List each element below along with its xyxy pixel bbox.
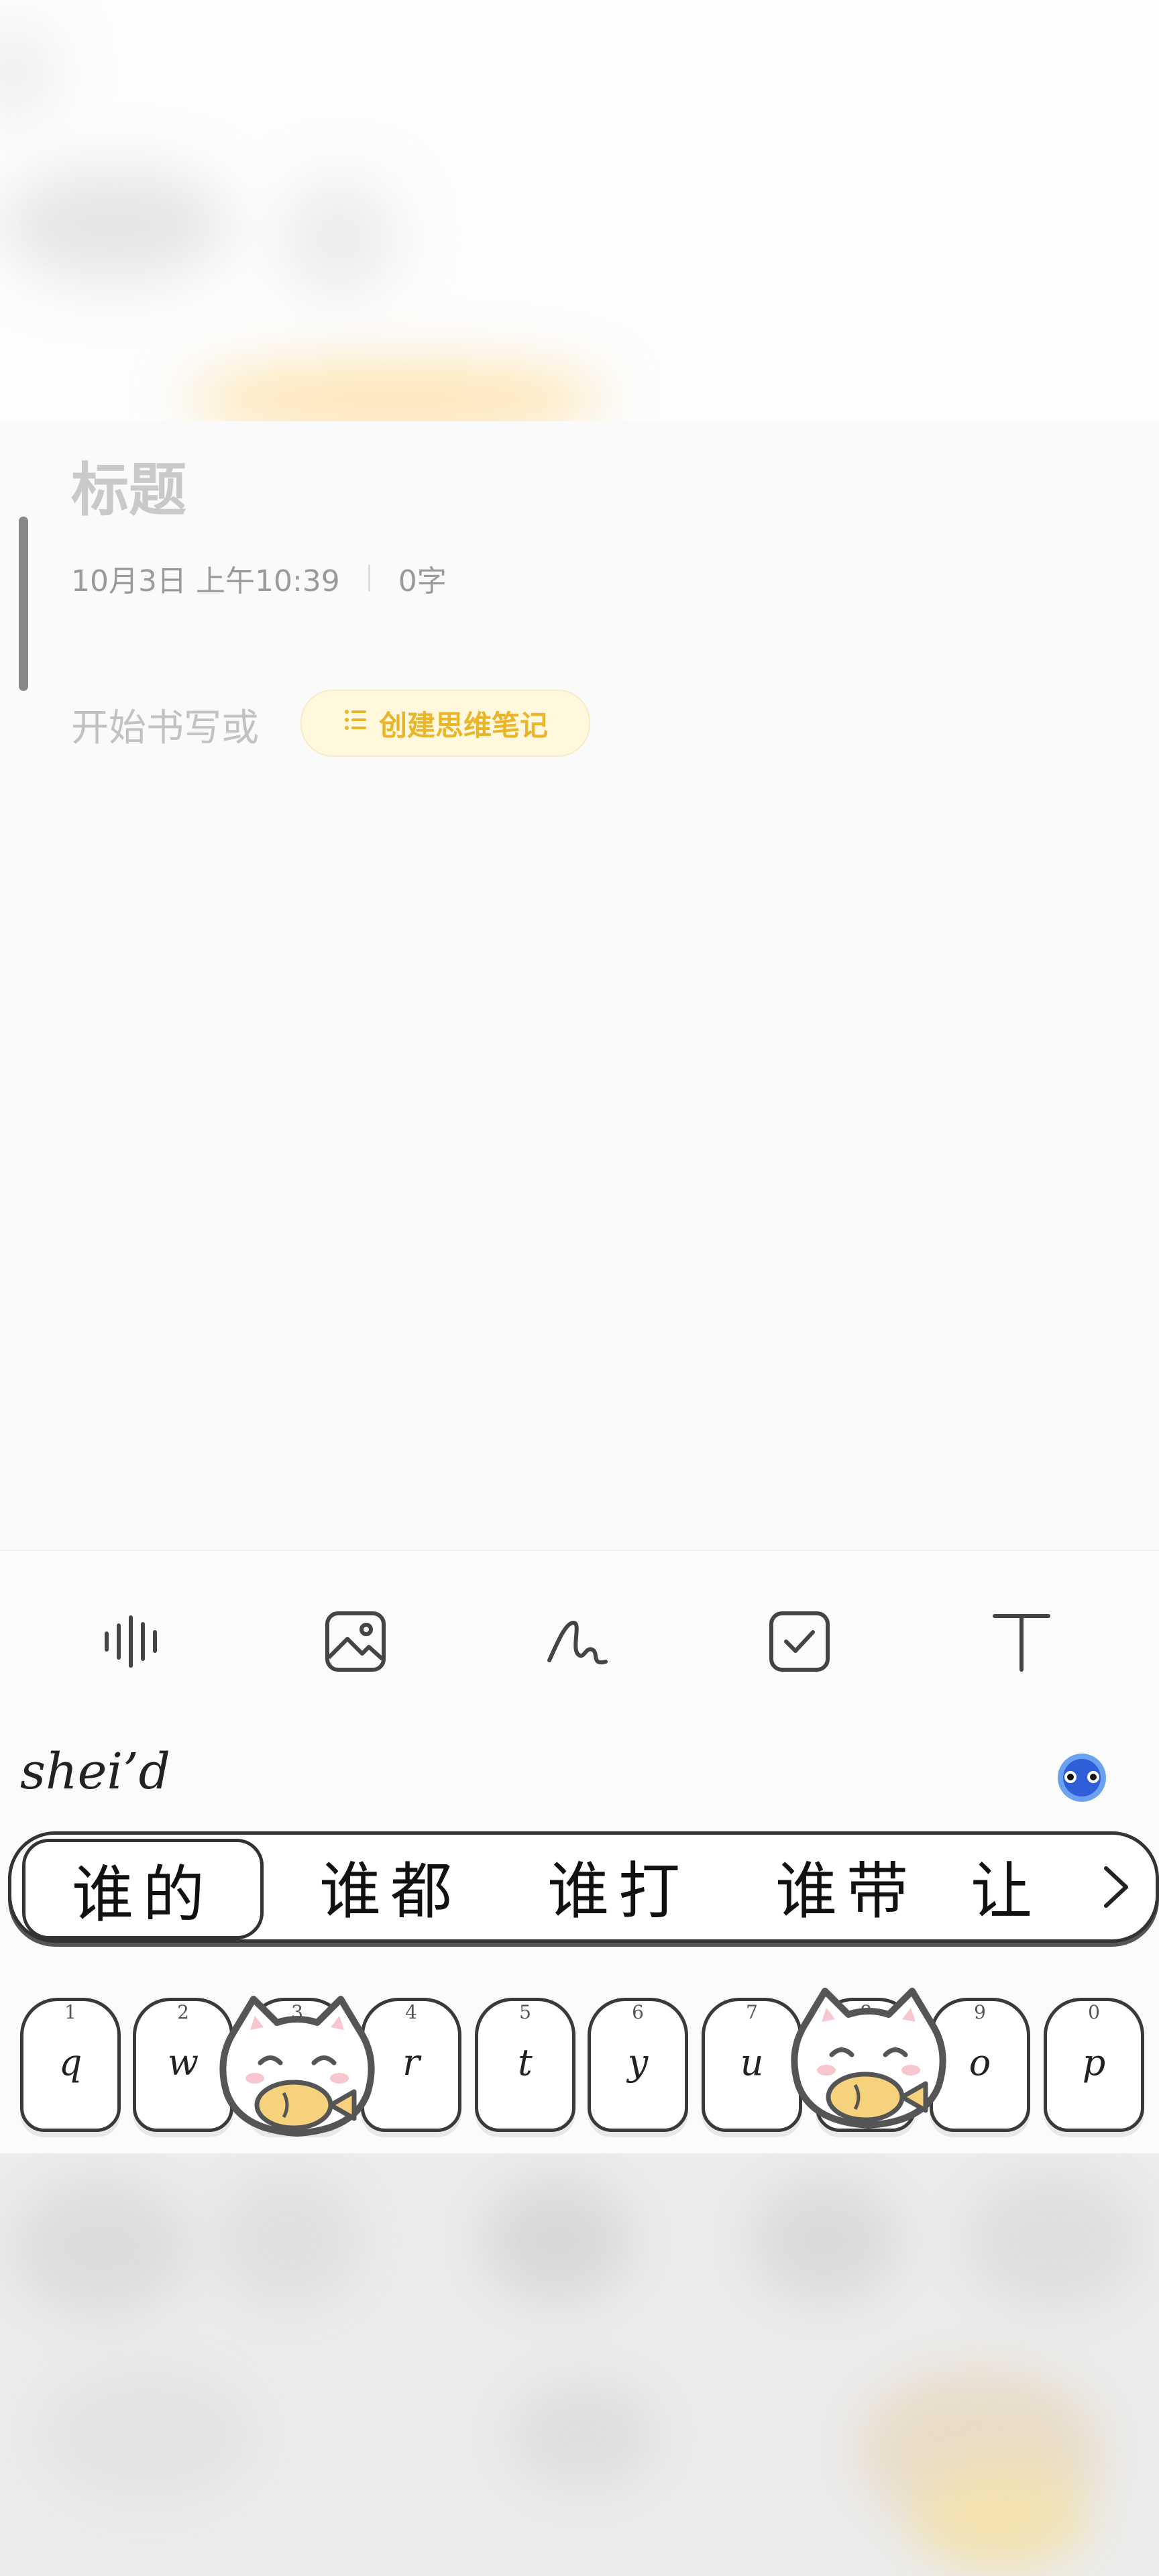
editor-toolbar	[0, 1550, 1159, 1733]
candidate-bar: 谁的 谁都 谁打 谁带 让	[8, 1831, 1159, 1943]
key-y[interactable]: 6y	[588, 1998, 688, 2132]
handwriting-icon[interactable]	[541, 1605, 614, 1678]
note-title-placeholder[interactable]: 标题	[71, 443, 186, 527]
voice-icon[interactable]	[97, 1605, 170, 1678]
chevron-right-icon[interactable]	[1089, 1855, 1142, 1919]
assistant-icon[interactable]	[1053, 1748, 1111, 1805]
text-format-icon[interactable]	[985, 1605, 1058, 1678]
word-count: 0字	[398, 564, 447, 598]
candidate-item[interactable]: 谁打	[521, 1844, 716, 1927]
body-placeholder[interactable]: 开始书写或	[71, 698, 259, 752]
header-blurred	[0, 0, 1159, 421]
key-t[interactable]: 5t	[475, 1998, 575, 2132]
mind-note-label: 创建思维笔记	[378, 708, 548, 742]
note-meta: 10月3日 上午10:39 0字	[71, 557, 447, 600]
key-p[interactable]: 0p	[1044, 1998, 1144, 2132]
scroll-indicator[interactable]	[19, 517, 28, 691]
cat-sticker-icon	[213, 1986, 381, 2153]
candidate-item[interactable]: 谁的	[22, 1839, 264, 1939]
create-mind-note-button[interactable]: 创建思维笔记	[300, 690, 590, 757]
keyboard-blurred	[0, 2153, 1159, 2576]
note-date: 10月3日 上午10:39	[71, 564, 340, 598]
composing-text: shei’d	[20, 1743, 170, 1801]
meta-separator	[368, 565, 370, 592]
checkbox-icon[interactable]	[763, 1605, 836, 1678]
list-icon	[343, 706, 370, 740]
input-method-keyboard: shei’d 谁的 谁都 谁打 谁带 让 1q 2w 3e 4r 5t 6y 7…	[0, 1731, 1159, 2153]
image-icon[interactable]	[319, 1605, 392, 1678]
key-q[interactable]: 1q	[20, 1998, 121, 2132]
candidate-item[interactable]: 让	[971, 1844, 1051, 1927]
cat-sticker-icon	[785, 1978, 952, 2145]
candidate-item[interactable]: 谁带	[749, 1844, 944, 1927]
candidate-item[interactable]: 谁都	[293, 1844, 488, 1927]
